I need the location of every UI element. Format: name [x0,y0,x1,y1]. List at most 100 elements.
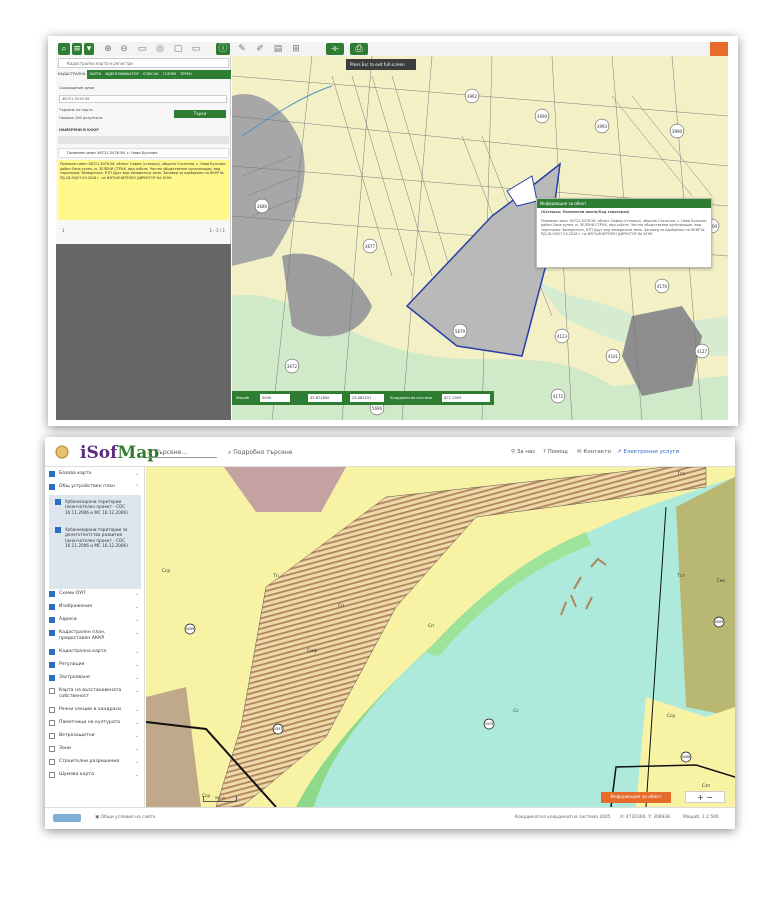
layer-checkbox[interactable] [49,484,55,490]
chevron-down-icon[interactable]: ⌄ [135,688,139,694]
parcel-label: 3677 [365,244,376,249]
zone-label: Сзп [702,783,710,789]
layer-checkbox[interactable] [49,662,55,668]
zoom-in-icon[interactable]: ⊕ [102,43,114,55]
tab-large[interactable]: ГОЛЯМ [161,70,178,79]
tab-list[interactable]: СПИСЪК [141,70,161,79]
layer-checkbox[interactable] [49,471,55,477]
globe-icon[interactable]: ◎ [154,43,166,55]
layer-label: Зони [59,746,71,751]
layer-checkbox[interactable] [49,720,55,726]
search-icon: ⌕ [147,449,151,456]
chevron-down-icon[interactable]: ⌄ [135,759,139,765]
layer-label: Кадастрален план, предоставен АККР [59,630,106,641]
help-link[interactable]: ? Помощ [543,447,568,458]
layer-checkbox[interactable] [55,527,61,533]
circle-label: 0370 [485,722,494,726]
parcel-label: 4127 [697,349,708,354]
layer-label: Изображения [59,604,92,609]
chevron-down-icon[interactable]: ⌄ [135,630,139,636]
layer-checkbox[interactable] [49,733,55,739]
chevron-down-icon[interactable]: ⌄ [135,591,139,597]
layer-checkbox[interactable] [49,649,55,655]
circle-label: 0009 [715,620,724,624]
chevron-down-icon[interactable]: ⌄ [135,707,139,713]
urban-plan-map[interactable]: 0059 0357 0370 0009 0008 Сср Тп Сп Смф С… [146,467,735,807]
info-icon[interactable]: ⓘ [216,43,230,55]
layer-checkbox[interactable] [49,759,55,765]
about-link[interactable]: ⚲ За нас [511,447,535,458]
ruler-icon[interactable]: ⊞ [290,43,302,55]
bookmark-icon[interactable]: ▭ [136,43,148,55]
dropdown-icon[interactable]: ▾ [84,43,94,55]
pencil-icon[interactable]: ✐ [254,43,266,55]
layer-checkbox[interactable] [49,675,55,681]
layers-icon[interactable]: ≡ [72,43,82,55]
logo-main: iSof [80,443,118,463]
layer-checkbox[interactable] [49,707,55,713]
chevron-down-icon[interactable]: ⌄ [135,720,139,726]
zone-label: Тгз [676,471,685,477]
terms-link[interactable]: ▣ Общи условия на сайта [95,814,155,822]
layer-label: Урбанизирани територии (окончателен прое… [65,499,128,515]
print-menu-icon[interactable]: ⎙ [350,43,368,55]
screen-icon[interactable]: ▭ [190,43,202,55]
layer-label: Базова карта [59,471,92,476]
chevron-down-icon[interactable]: ⌄ [135,746,139,752]
coord-system-select[interactable]: БГС 2005 [442,394,490,402]
layer-checkbox[interactable] [49,617,55,623]
sofia-emblem-icon [55,445,69,459]
about-label: За нас [516,449,536,455]
search-button[interactable]: Търси [174,110,226,118]
chevron-down-icon[interactable]: ⌄ [135,772,139,778]
layer-checkbox[interactable] [49,604,55,610]
layer-label: Ветрозащитни [59,733,95,738]
tab-terrain[interactable]: ТЕРЕН [178,70,194,79]
layer-search-input[interactable]: Кадастрална карта и регистри [58,58,229,68]
window-icon[interactable]: ▢ [172,43,184,55]
chevron-down-icon[interactable]: ⌄ [135,604,139,610]
chevron-down-icon[interactable]: ⌄ [135,471,139,477]
layer-checkbox[interactable] [49,772,55,778]
option-search-map[interactable]: Търсене по карта [59,108,93,112]
layer-checkbox[interactable] [49,630,55,636]
tab-identifier[interactable]: ИДЕНТИФИКАТОР [103,70,140,79]
chevron-down-icon[interactable]: ⌄ [135,617,139,623]
zoom-out-icon[interactable]: ⊖ [118,43,130,55]
tab-map[interactable]: КАРТА [87,70,103,79]
zoom-control[interactable]: + − [685,791,725,803]
tab-cadastral[interactable]: КАДАСТРАЛНА [56,70,88,79]
layer-checkbox[interactable] [49,591,55,597]
chevron-down-icon[interactable]: ⌄ [135,675,139,681]
identifier-input[interactable]: 46721.5076.56 [59,95,227,103]
layer-checkbox[interactable] [55,499,61,505]
advanced-search-link[interactable]: ⌕ Подробно търсене [228,447,292,458]
e-services-link[interactable]: ↗ Електронни услуги [617,447,679,458]
parcel-label: 4123 [557,334,568,339]
chevron-down-icon[interactable]: ⌄ [135,733,139,739]
edit-icon[interactable]: ✎ [236,43,248,55]
measure-icon[interactable]: ⟛ [326,43,344,55]
search-icon[interactable]: ⌕ [58,43,70,55]
print-icon[interactable]: ▤ [272,43,284,55]
search-input[interactable]: Търсене... [147,447,217,458]
contacts-link[interactable]: ✉ Контакти [577,447,611,458]
scale-input[interactable]: 5000 [260,394,290,402]
latitude-input[interactable]: 42.671850 [308,394,342,402]
layer-checkbox[interactable] [49,688,55,694]
chevron-down-icon[interactable]: ⌄ [135,662,139,668]
chevron-down-icon[interactable]: ⌄ [135,649,139,655]
panel-empty-area [56,244,231,420]
option-show-100[interactable]: Покажи 100 резултата [59,116,102,120]
pager-page[interactable]: 1 [62,228,65,233]
zone-label: Сср [667,713,675,719]
orange-menu-button[interactable] [710,42,728,56]
circle-label: 0357 [274,727,283,731]
left-panel: Кадастрална карта и регистри КАДАСТРАЛНА… [56,56,231,420]
object-info-button[interactable]: Информация за обект [601,792,671,803]
chevron-up-icon[interactable]: ⌃ [135,484,139,490]
scale-bar: 300 m [203,796,237,802]
result-title[interactable]: Поземлен имот 46721.5076.56, с. Нови Бус… [58,148,229,158]
longitude-input[interactable]: 23.083251 [350,394,384,402]
layer-checkbox[interactable] [49,746,55,752]
